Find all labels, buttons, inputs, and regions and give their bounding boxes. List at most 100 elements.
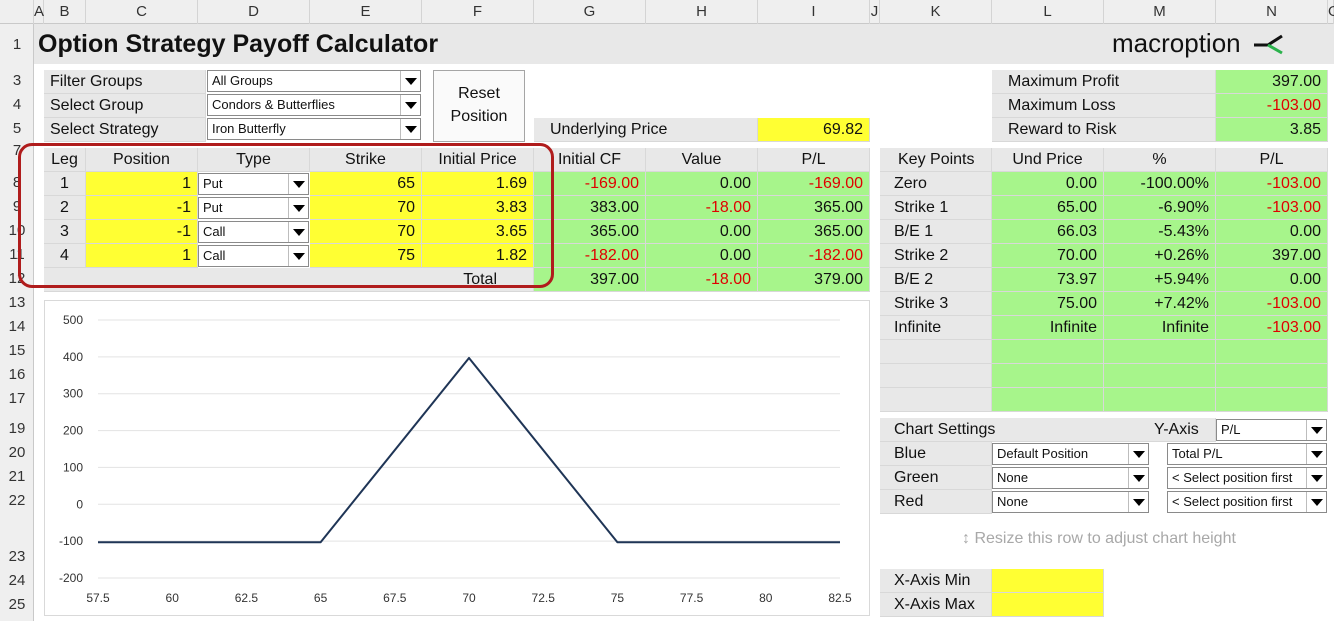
chevron-down-icon[interactable] xyxy=(400,119,420,139)
col-header-m[interactable]: M xyxy=(1104,0,1216,24)
keypoint-empty-cell[interactable] xyxy=(992,340,1104,364)
keypoint-empty-cell[interactable] xyxy=(992,364,1104,388)
leg-position-input[interactable]: 1 xyxy=(86,244,198,268)
underlying-price-input[interactable]: 69.82 xyxy=(758,118,870,142)
row-header[interactable]: 16 xyxy=(0,366,34,383)
keypoint-empty-cell[interactable] xyxy=(1216,388,1328,412)
col-header-k[interactable]: K xyxy=(880,0,992,24)
keypoint-empty-cell[interactable] xyxy=(992,388,1104,412)
filter-groups-dropdown[interactable]: All Groups xyxy=(207,70,421,92)
keypoint-pct: +5.94% xyxy=(1104,268,1216,292)
row-header[interactable]: 5 xyxy=(0,120,34,137)
row-header[interactable]: 1 xyxy=(0,36,34,53)
row-header[interactable]: 24 xyxy=(0,572,34,589)
chevron-down-icon[interactable] xyxy=(1128,492,1148,512)
keypoint-empty-cell[interactable] xyxy=(1216,340,1328,364)
row-header[interactable]: 22 xyxy=(0,492,34,509)
keypoint-empty-cell[interactable] xyxy=(1104,364,1216,388)
keypoint-empty-cell[interactable] xyxy=(880,364,992,388)
row-header[interactable]: 14 xyxy=(0,318,34,335)
select-strategy-dropdown[interactable]: Iron Butterfly xyxy=(207,118,421,140)
leg-price-input[interactable]: 1.69 xyxy=(422,172,534,196)
row-header[interactable]: 8 xyxy=(0,174,34,191)
row-header[interactable]: 23 xyxy=(0,548,34,565)
select-group-dropdown[interactable]: Condors & Butterflies xyxy=(207,94,421,116)
chevron-down-icon[interactable] xyxy=(288,198,308,218)
leg-position-input[interactable]: -1 xyxy=(86,196,198,220)
col-header-l[interactable]: L xyxy=(992,0,1104,24)
red-position-dropdown[interactable]: None xyxy=(992,491,1149,513)
row-header[interactable]: 12 xyxy=(0,270,34,287)
leg-position-input[interactable]: 1 xyxy=(86,172,198,196)
chevron-down-icon[interactable] xyxy=(1306,420,1326,440)
leg-value: 0.00 xyxy=(646,172,758,196)
chevron-down-icon[interactable] xyxy=(1306,492,1326,512)
chevron-down-icon[interactable] xyxy=(288,222,308,242)
row-header[interactable]: 7 xyxy=(0,142,34,159)
row-header[interactable]: 17 xyxy=(0,390,34,407)
keypoint-empty-cell[interactable] xyxy=(880,340,992,364)
row-header[interactable]: 20 xyxy=(0,444,34,461)
leg-type-dropdown[interactable]: Call xyxy=(198,245,309,267)
col-header-a[interactable]: A xyxy=(34,0,44,24)
corner-cell[interactable] xyxy=(0,0,34,24)
col-header-d[interactable]: D xyxy=(198,0,310,24)
col-header-i[interactable]: I xyxy=(758,0,870,24)
y-tick-label: -200 xyxy=(59,571,83,585)
chevron-down-icon[interactable] xyxy=(400,71,420,91)
row-header[interactable]: 25 xyxy=(0,596,34,613)
blue-series-dropdown[interactable]: Total P/L xyxy=(1167,443,1327,465)
keypoint-empty-cell[interactable] xyxy=(880,388,992,412)
row-header[interactable]: 19 xyxy=(0,420,34,437)
row-header[interactable]: 4 xyxy=(0,96,34,113)
row-header[interactable]: 11 xyxy=(0,246,34,263)
chevron-down-icon[interactable] xyxy=(1306,444,1326,464)
leg-type-dropdown[interactable]: Call xyxy=(198,221,309,243)
leg-position-input[interactable]: -1 xyxy=(86,220,198,244)
col-header-b[interactable]: B xyxy=(44,0,86,24)
reset-position-button[interactable]: Reset Position xyxy=(433,70,525,142)
payoff-chart[interactable]: -200 -100 0 100 200 300 400 500 57.5 60 62.5 65 67.5… xyxy=(44,300,870,616)
red-series-dropdown[interactable]: < Select position first xyxy=(1167,491,1327,513)
xaxis-max-input[interactable] xyxy=(992,593,1104,617)
keypoint-empty-cell[interactable] xyxy=(1104,340,1216,364)
row-header[interactable]: 13 xyxy=(0,294,34,311)
chevron-down-icon[interactable] xyxy=(1306,468,1326,488)
chevron-down-icon[interactable] xyxy=(1128,468,1148,488)
chevron-down-icon[interactable] xyxy=(1128,444,1148,464)
keypoint-pct: -5.43% xyxy=(1104,220,1216,244)
chevron-down-icon[interactable] xyxy=(288,174,308,194)
col-header-o[interactable]: O xyxy=(1328,0,1334,24)
chevron-down-icon[interactable] xyxy=(400,95,420,115)
leg-strike-input[interactable]: 70 xyxy=(310,196,422,220)
leg-type-dropdown[interactable]: Put xyxy=(198,173,309,195)
keypoint-empty-cell[interactable] xyxy=(1216,364,1328,388)
row-header[interactable]: 15 xyxy=(0,342,34,359)
leg-strike-input[interactable]: 75 xyxy=(310,244,422,268)
col-header-g[interactable]: G xyxy=(534,0,646,24)
green-series-dropdown[interactable]: < Select position first xyxy=(1167,467,1327,489)
col-header-j[interactable]: J xyxy=(870,0,880,24)
col-header-e[interactable]: E xyxy=(310,0,422,24)
row-header[interactable]: 9 xyxy=(0,198,34,215)
leg-strike-input[interactable]: 65 xyxy=(310,172,422,196)
keypoint-empty-cell[interactable] xyxy=(1104,388,1216,412)
col-header-f[interactable]: F xyxy=(422,0,534,24)
col-header-n[interactable]: N xyxy=(1216,0,1328,24)
row-header[interactable]: 10 xyxy=(0,222,34,239)
leg-price-input[interactable]: 1.82 xyxy=(422,244,534,268)
row-header[interactable]: 21 xyxy=(0,468,34,485)
chevron-down-icon[interactable] xyxy=(288,246,308,266)
green-position-dropdown[interactable]: None xyxy=(992,467,1149,489)
leg-price-input[interactable]: 3.83 xyxy=(422,196,534,220)
row-header[interactable]: 3 xyxy=(0,72,34,89)
yaxis-dropdown[interactable]: P/L xyxy=(1216,419,1327,441)
blue-position-dropdown[interactable]: Default Position xyxy=(992,443,1149,465)
leg-price-input[interactable]: 3.65 xyxy=(422,220,534,244)
col-header-h[interactable]: H xyxy=(646,0,758,24)
leg-strike-input[interactable]: 70 xyxy=(310,220,422,244)
col-header-c[interactable]: C xyxy=(86,0,198,24)
xaxis-min-input[interactable] xyxy=(992,569,1104,593)
leg-type-dropdown[interactable]: Put xyxy=(198,197,309,219)
leg-number: 1 xyxy=(44,172,86,196)
